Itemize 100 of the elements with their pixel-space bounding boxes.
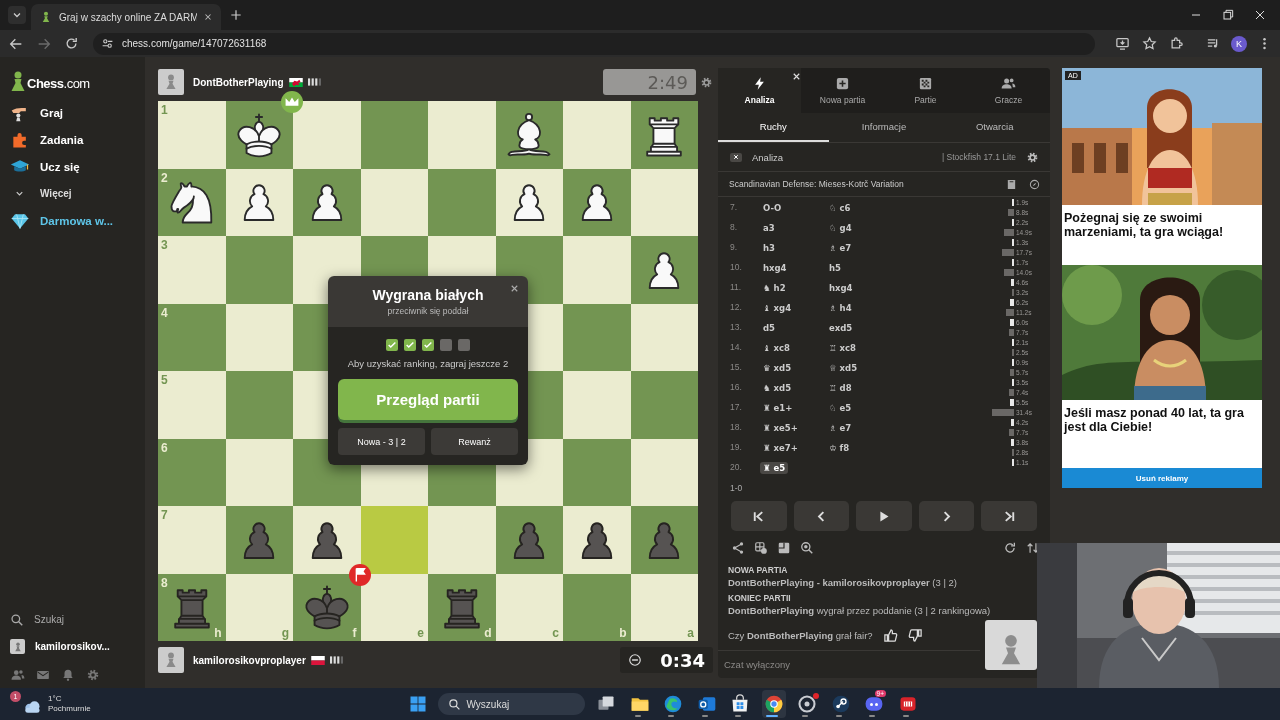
profile-link[interactable]: kamilorosikov... (0, 633, 145, 660)
move-notation[interactable]: ♘ c6 (826, 201, 854, 214)
book-icon[interactable] (1006, 178, 1017, 190)
dialog-button[interactable]: Nowa - 3 | 2 (338, 428, 425, 455)
dialog-button[interactable]: Rewanż (431, 428, 518, 455)
move-notation[interactable]: ♞ xd5 (760, 381, 795, 394)
player-name[interactable]: DontBotherPlaying (193, 76, 284, 88)
reload-icon[interactable] (1003, 541, 1017, 555)
close-icon[interactable] (509, 283, 520, 294)
sidebar-item[interactable]: Ucz się (0, 153, 145, 180)
move-notation[interactable]: d5 (760, 321, 778, 334)
move-notation[interactable]: exd5 (826, 321, 856, 334)
close-icon[interactable] (203, 12, 213, 22)
board-square[interactable] (225, 168, 293, 236)
sidebar-item[interactable]: Więcej (0, 180, 145, 207)
bookmark-star-icon[interactable] (1142, 36, 1157, 51)
bell-icon[interactable] (61, 668, 75, 682)
extensions-icon[interactable] (1169, 36, 1184, 51)
move-notation[interactable]: ♜ xe5+ (760, 421, 801, 434)
first-move-button[interactable] (731, 501, 787, 531)
search-link[interactable]: Szukaj (0, 606, 145, 633)
compass-icon[interactable] (1029, 178, 1040, 190)
tab-list-button[interactable] (8, 6, 26, 24)
move-notation[interactable]: h5 (826, 261, 844, 274)
board-square[interactable] (225, 101, 293, 169)
chat-input[interactable]: Czat wyłączony (718, 650, 980, 678)
flip-board-icon[interactable] (1026, 541, 1040, 555)
move-notation[interactable]: ♜ xe7+ (760, 441, 801, 454)
move-notation[interactable]: h3 (760, 241, 778, 254)
share-icon[interactable] (731, 541, 745, 555)
restore-icon[interactable] (1220, 7, 1236, 23)
board-square[interactable] (293, 506, 361, 574)
move-notation[interactable]: O-O (760, 201, 785, 214)
close-icon[interactable] (791, 71, 802, 82)
board-square[interactable] (563, 168, 631, 236)
start-icon[interactable] (408, 694, 428, 714)
sidebar-item[interactable]: Zadania (0, 126, 145, 153)
image-icon[interactable] (777, 541, 791, 555)
search-field[interactable]: Wyszukaj (437, 693, 585, 715)
panel-nav-tab[interactable]: Nowa partia (801, 68, 884, 113)
move-notation[interactable]: ♛ xd5 (760, 361, 795, 374)
move-notation[interactable]: ♖ d8 (826, 381, 855, 394)
sidebar-item[interactable]: Graj (0, 99, 145, 126)
rank-label: 8 (161, 575, 168, 590)
move-notation[interactable]: ♜ e5 (760, 461, 789, 474)
sidebar-item[interactable]: Darmowa w... (0, 207, 145, 234)
settings-icon[interactable] (700, 75, 713, 89)
move-notation[interactable]: ♗ e7 (826, 241, 855, 254)
move-notation[interactable]: ♕ xd5 (826, 361, 861, 374)
address-bar[interactable]: chess.com/game/147072631168 (93, 32, 1095, 55)
remove-ads-button[interactable]: Usuń reklamy (1062, 468, 1262, 488)
move-notation[interactable]: ♘ g4 (826, 221, 855, 234)
ad-headline[interactable]: Pożegnaj się ze swoimi marzeniami, ta gra wciąga! (1062, 205, 1262, 265)
move-notation[interactable]: ♘ e5 (826, 401, 855, 414)
site-info-icon[interactable] (101, 37, 114, 50)
ad-headline[interactable]: Jeśli masz ponad 40 lat, ta gra jest dla Ciebie! (1062, 400, 1262, 463)
panel-nav-tab[interactable]: Analiza (718, 68, 801, 113)
tab[interactable]: Informacje (828, 113, 940, 142)
play-button[interactable] (856, 501, 912, 531)
magnifier-icon[interactable] (800, 541, 814, 555)
analysis-toggle[interactable] (730, 152, 742, 162)
browser-tab[interactable]: Graj w szachy online ZA DARM (31, 4, 221, 30)
board-square[interactable] (630, 101, 698, 169)
thumbs-down-icon[interactable] (907, 628, 923, 643)
board-square[interactable] (563, 506, 631, 574)
move-notation[interactable]: hxg4 (760, 261, 790, 274)
move-notation[interactable]: ♔ f8 (826, 441, 853, 454)
move-notation[interactable]: ♗ e7 (826, 421, 855, 434)
tab[interactable]: Ruchy (718, 113, 829, 142)
profile-avatar[interactable]: K (1231, 35, 1247, 52)
move-notation[interactable]: ♖ xc8 (826, 341, 859, 354)
new-tab-icon[interactable] (229, 8, 243, 22)
settings-icon[interactable] (1026, 150, 1039, 164)
move-notation[interactable]: ♝ xc8 (760, 341, 793, 354)
thumbs-up-icon[interactable] (882, 628, 898, 643)
move-notation[interactable]: hxg4 (826, 281, 856, 294)
logo-text[interactable]: Chess.com (27, 76, 90, 91)
pawn-logo-icon[interactable] (11, 71, 25, 91)
panel-nav-tab[interactable]: Gracze (967, 68, 1050, 113)
board-square[interactable] (630, 236, 698, 304)
move-notation[interactable]: a3 (760, 221, 778, 234)
tab[interactable]: Otwarcia (939, 113, 1050, 142)
move-notation[interactable]: ♞ h2 (760, 281, 789, 294)
panel-nav-tab[interactable]: Partie (884, 68, 967, 113)
board-square[interactable] (495, 168, 563, 236)
move-notation[interactable]: ♜ e1+ (760, 401, 796, 414)
mail-icon[interactable] (36, 668, 50, 682)
game-clock: 0:34 (620, 647, 713, 673)
board-square[interactable] (293, 168, 361, 236)
last-move-button[interactable] (981, 501, 1037, 531)
player-name[interactable]: kamilorosikovproplayer (193, 654, 306, 666)
board-square[interactable] (495, 101, 563, 169)
settings-icon[interactable] (86, 668, 100, 682)
reload-icon[interactable] (64, 36, 79, 51)
move-notation[interactable]: ♝ xg4 (760, 301, 795, 314)
friends-icon[interactable] (11, 668, 25, 682)
install-icon[interactable] (1115, 36, 1130, 51)
move-notation[interactable]: ♗ h4 (826, 301, 855, 314)
add-board-icon[interactable] (754, 541, 768, 555)
game-result: 1-0 (729, 482, 744, 495)
